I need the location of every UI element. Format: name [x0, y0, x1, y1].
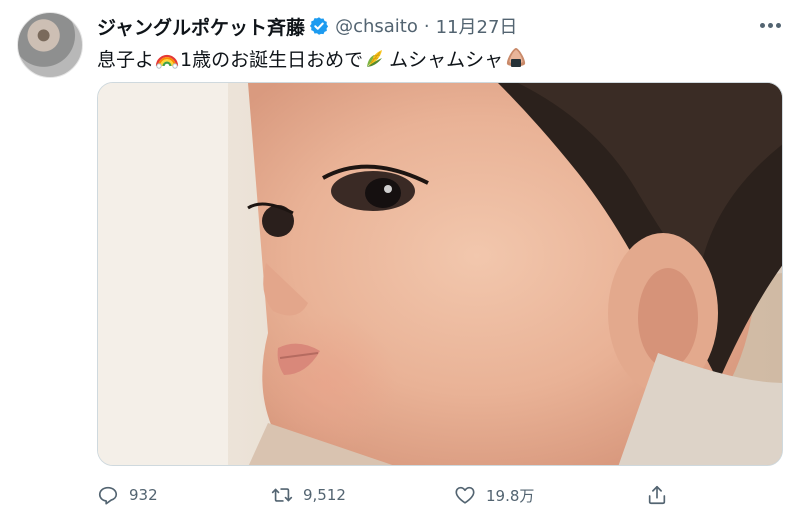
tweet-text-part1: 息子よ — [97, 48, 155, 71]
reply-icon — [98, 486, 118, 505]
tweet-text: 息子よ 1歳のお誕生日おめで ムシャムシャ — [97, 43, 529, 73]
like-count: 19.8万 — [486, 486, 535, 505]
heart-icon — [455, 486, 475, 504]
author-avatar[interactable] — [17, 12, 83, 78]
tweet-photo[interactable] — [97, 82, 783, 466]
share-icon — [648, 485, 666, 505]
rainbow-emoji-icon — [155, 54, 179, 69]
tweet-text-part3: ムシャムシャ — [389, 48, 504, 71]
verified-badge-icon — [309, 17, 329, 35]
tweet-text-part2: 1歳のお誕生日おめで — [180, 48, 364, 71]
author-handle[interactable]: @chsaito — [335, 16, 418, 37]
retweet-icon — [271, 488, 293, 502]
more-options-icon[interactable] — [757, 15, 783, 35]
tweet-actions: 932 9,512 19.8万 — [97, 480, 783, 510]
onigiri-emoji-icon — [507, 48, 526, 67]
reply-count: 932 — [129, 486, 158, 504]
tweet-header: ジャングルポケット斉藤 @chsaito · 11月27日 — [97, 12, 517, 40]
retweet-button[interactable]: 9,512 — [271, 480, 346, 510]
baby-photo-image — [98, 83, 782, 465]
separator-dot: · — [423, 15, 430, 37]
like-button[interactable]: 19.8万 — [454, 480, 534, 510]
tweet-timestamp[interactable]: 11月27日 — [436, 13, 518, 39]
retweet-count: 9,512 — [303, 486, 346, 504]
author-display-name[interactable]: ジャングルポケット斉藤 — [97, 13, 305, 40]
corn-emoji-icon — [367, 50, 383, 67]
share-button[interactable] — [646, 480, 668, 510]
reply-button[interactable]: 932 — [97, 480, 158, 510]
